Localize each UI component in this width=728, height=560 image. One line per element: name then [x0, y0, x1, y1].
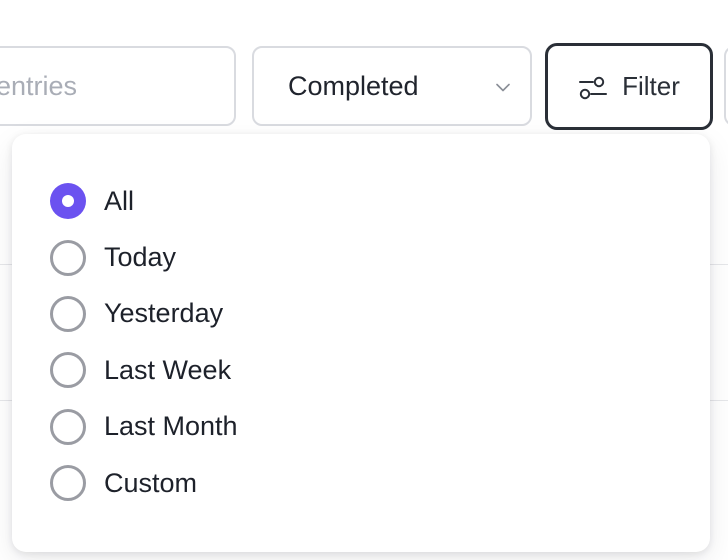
date-option-label: All — [104, 185, 135, 216]
search-field[interactable] — [0, 46, 236, 126]
radio-unchecked-icon[interactable] — [50, 408, 86, 445]
date-option-yesterday[interactable]: Yesterday — [12, 286, 710, 342]
radio-unchecked-icon[interactable] — [50, 295, 86, 332]
date-option-label: Today — [104, 242, 177, 273]
date-option-today[interactable]: Today — [12, 229, 710, 285]
date-option-label: Yesterday — [104, 298, 224, 329]
toolbar-control-offscreen[interactable] — [724, 46, 728, 126]
date-option-custom[interactable]: Custom — [12, 455, 710, 511]
date-option-last-month[interactable]: Last Month — [12, 399, 710, 455]
page: Completed Filter All Today — [0, 0, 728, 560]
radio-unchecked-icon[interactable] — [50, 239, 86, 276]
date-option-label: Last Week — [104, 354, 232, 385]
filter-button-label: Filter — [622, 71, 680, 101]
radio-checked-icon[interactable] — [50, 183, 86, 220]
date-option-label: Last Month — [104, 411, 238, 442]
sliders-icon — [578, 76, 608, 100]
date-option-last-week[interactable]: Last Week — [12, 342, 710, 398]
status-select[interactable]: Completed — [252, 46, 532, 126]
date-option-all[interactable]: All — [12, 173, 710, 229]
date-filter-dropdown: All Today Yesterday Last Week Last Month… — [12, 134, 710, 552]
radio-unchecked-icon[interactable] — [50, 465, 86, 502]
status-select-value: Completed — [288, 70, 419, 101]
date-option-label: Custom — [104, 467, 198, 498]
chevron-down-icon — [496, 80, 510, 94]
filter-button[interactable]: Filter — [545, 43, 713, 130]
radio-unchecked-icon[interactable] — [50, 352, 86, 389]
search-input[interactable] — [0, 70, 216, 102]
